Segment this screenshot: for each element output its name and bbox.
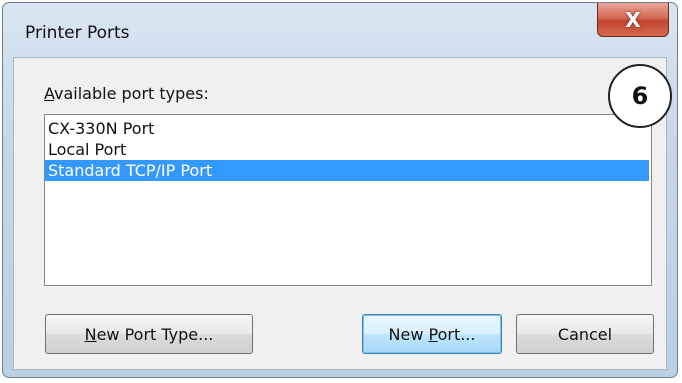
new-port-type-button[interactable]: New Port Type... [45, 314, 253, 354]
port-types-list[interactable]: CX-330N Port Local Port Standard TCP/IP … [44, 114, 652, 286]
new-port-type-label: New Port Type... [84, 324, 214, 344]
close-button[interactable]: X [597, 3, 669, 37]
title-bar[interactable]: Printer Ports X [3, 3, 677, 57]
list-item-cx-330n-port[interactable]: CX-330N Port [45, 118, 649, 139]
label-text: vailable port types: [54, 84, 209, 103]
available-port-types-label: Available port types: [44, 84, 209, 103]
printer-ports-dialog: Printer Ports X Available port types: CX… [2, 2, 678, 378]
close-icon: X [625, 7, 641, 32]
list-item-standard-tcp-ip-port[interactable]: Standard TCP/IP Port [45, 160, 649, 181]
list-item-local-port[interactable]: Local Port [45, 139, 649, 160]
dialog-content: Available port types: CX-330N Port Local… [13, 57, 667, 370]
step-number-badge: 6 [608, 64, 672, 128]
window-title: Printer Ports [25, 23, 130, 43]
new-port-label: New Port... [388, 324, 476, 344]
cancel-label: Cancel [557, 324, 613, 344]
label-access-key: A [44, 84, 55, 103]
cancel-button[interactable]: Cancel [516, 314, 654, 354]
new-port-button[interactable]: New Port... [362, 314, 502, 354]
